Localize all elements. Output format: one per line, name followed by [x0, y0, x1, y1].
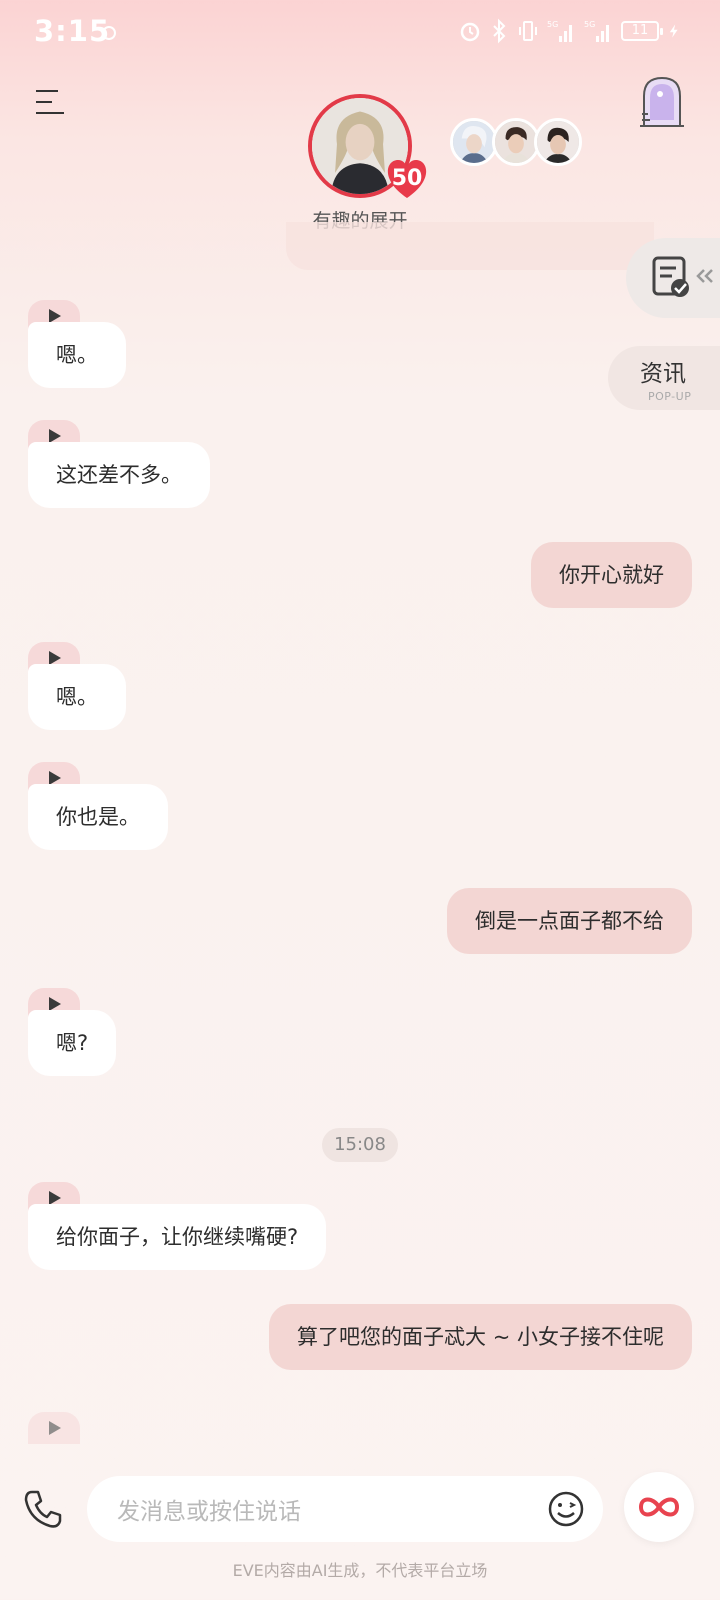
window-icon[interactable] [638, 74, 686, 130]
ai-message-bubble[interactable]: 嗯。 [28, 664, 126, 730]
message-input[interactable]: 发消息或按住说话 [87, 1476, 603, 1542]
phone-icon[interactable] [22, 1488, 64, 1530]
timestamp-divider: 15:08 [322, 1128, 398, 1162]
character-avatar-small[interactable] [492, 118, 540, 166]
previous-message-fade [286, 222, 654, 270]
message-input-placeholder: 发消息或按住说话 [117, 1499, 301, 1525]
svg-text:5G: 5G [584, 20, 595, 29]
other-characters[interactable] [450, 118, 582, 166]
battery-icon: 11 [621, 21, 663, 41]
vibrate-icon [519, 21, 537, 41]
emoji-icon[interactable] [547, 1490, 585, 1528]
alarm-icon [460, 22, 480, 42]
ai-message-bubble[interactable]: 嗯。 [28, 322, 126, 388]
infinity-icon [638, 1497, 680, 1517]
news-label: 资讯 [640, 361, 686, 387]
news-sublabel: POP-UP [648, 390, 692, 403]
character-avatar-small[interactable] [450, 118, 498, 166]
character-avatar-small[interactable] [534, 118, 582, 166]
ai-disclaimer: EVE内容由AI生成，不代表平台立场 [232, 1561, 488, 1580]
level-badge: 50 [384, 158, 430, 200]
ai-message-bubble[interactable]: 这还差不多。 [28, 442, 210, 508]
signal-5g-icon: 5G [547, 20, 572, 42]
my-message-bubble[interactable]: 算了吧您的面子忒大 ~ 小女子接不住呢 [269, 1304, 692, 1370]
signal-5g-icon-2: 5G [584, 20, 609, 42]
ai-message-bubble[interactable]: 你也是。 [28, 784, 168, 850]
bluetooth-icon [493, 18, 506, 44]
status-time: 3:15 [34, 14, 111, 48]
svg-text:5G: 5G [547, 20, 558, 29]
my-message-bubble[interactable]: 你开心就好 [531, 542, 692, 608]
ai-message-bubble[interactable]: 嗯? [28, 1010, 117, 1076]
my-message-bubble[interactable]: 倒是一点面子都不给 [447, 888, 692, 954]
menu-icon[interactable] [36, 90, 66, 120]
level-value: 50 [391, 166, 423, 191]
ai-infinity-button[interactable] [624, 1472, 694, 1542]
status-icons: 5G 5G 11 [460, 18, 680, 44]
charging-icon [669, 24, 678, 38]
news-popup-tab[interactable]: 资讯 POP-UP [608, 346, 720, 410]
notification-icon [102, 26, 116, 40]
status-bar: 3:15 5G 5G 11 [0, 0, 720, 66]
ai-message-bubble[interactable]: 给你面子，让你继续嘴硬? [28, 1204, 327, 1270]
document-tab[interactable] [626, 238, 720, 318]
play-voice-button[interactable] [28, 1412, 80, 1444]
